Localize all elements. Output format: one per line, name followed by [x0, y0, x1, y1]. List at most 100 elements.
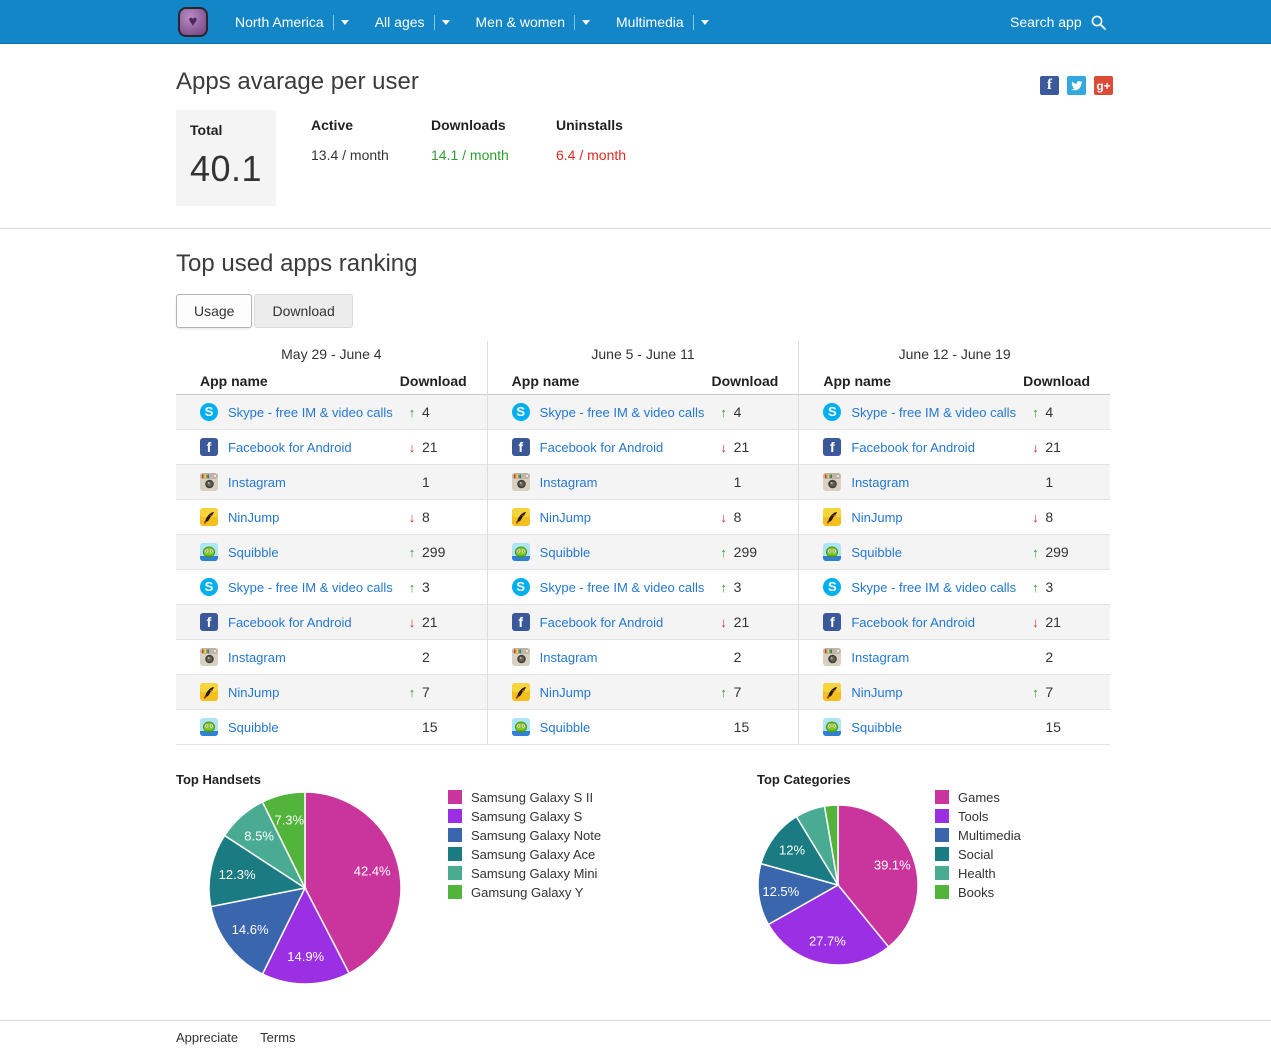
- app-link[interactable]: Facebook for Android: [851, 615, 975, 630]
- legend-label: Health: [958, 866, 996, 881]
- download-value: 7: [422, 684, 430, 700]
- googleplus-icon[interactable]: g+: [1094, 76, 1113, 95]
- instagram-app-icon: [823, 473, 841, 491]
- week-column-may-29-june-4: May 29 - June 4App nameDownloadSSkype - …: [176, 341, 487, 745]
- tab-usage[interactable]: Usage: [176, 294, 252, 328]
- footer-link-terms[interactable]: Terms: [260, 1030, 295, 1045]
- app-link[interactable]: Squibble: [228, 545, 279, 560]
- filter-nav: North America All ages Men & women Multimed…: [235, 0, 735, 44]
- app-link[interactable]: Instagram: [228, 650, 286, 665]
- download-value: 21: [734, 439, 750, 455]
- download-value: 2: [1045, 649, 1053, 665]
- app-link[interactable]: NinJump: [540, 685, 591, 700]
- download-value: 7: [1045, 684, 1053, 700]
- pie-slice-label: 14.6%: [232, 922, 269, 937]
- legend-item-samsung-galaxy-note: Samsung Galaxy Note: [448, 828, 601, 842]
- app-link[interactable]: Skype - free IM & video calls: [851, 405, 1016, 420]
- download-cell: ↑299: [716, 544, 757, 560]
- app-link[interactable]: Facebook for Android: [228, 440, 352, 455]
- trend-down-icon: ↓: [1027, 440, 1043, 455]
- app-link[interactable]: Squibble: [851, 720, 902, 735]
- app-link[interactable]: NinJump: [851, 685, 902, 700]
- app-link[interactable]: Skype - free IM & video calls: [228, 405, 393, 420]
- table-row: NinJump↓8: [176, 500, 487, 535]
- app-link[interactable]: Skype - free IM & video calls: [540, 580, 705, 595]
- section-divider: [0, 228, 1271, 229]
- footer-divider: [0, 1020, 1271, 1021]
- app-link[interactable]: NinJump: [228, 510, 279, 525]
- download-value: 15: [1045, 719, 1061, 735]
- skype-app-icon: S: [200, 403, 218, 421]
- ranking-table: May 29 - June 4App nameDownloadSSkype - …: [176, 341, 1110, 745]
- app-link[interactable]: NinJump: [540, 510, 591, 525]
- facebook-app-icon: f: [512, 613, 530, 631]
- app-link[interactable]: Skype - free IM & video calls: [228, 580, 393, 595]
- squibble-app-icon: [200, 543, 218, 561]
- date-range: May 29 - June 4: [176, 341, 487, 367]
- week-column-june-5-june-11: June 5 - June 11App nameDownloadSSkype -…: [487, 341, 799, 745]
- download-value: 8: [422, 509, 430, 525]
- column-headers: App nameDownload: [799, 367, 1110, 395]
- app-link[interactable]: Instagram: [851, 475, 909, 490]
- metric-uninstalls: Uninstalls6.4 / month: [556, 117, 626, 163]
- handsets-chart-title: Top Handsets: [176, 772, 261, 787]
- pie-slice-label: 27.7%: [809, 934, 846, 949]
- ninjump-app-icon: [200, 508, 218, 526]
- tab-download[interactable]: Download: [254, 294, 352, 328]
- table-row: NinJump↑7: [176, 675, 487, 710]
- table-row: Instagram 1: [488, 465, 799, 500]
- app-link[interactable]: NinJump: [851, 510, 902, 525]
- app-link[interactable]: Facebook for Android: [540, 615, 664, 630]
- facebook-app-icon: f: [823, 613, 841, 631]
- download-value: 1: [734, 474, 742, 490]
- footer-link-appreciate[interactable]: Appreciate: [176, 1030, 238, 1045]
- squibble-app-icon: [823, 543, 841, 561]
- app-link[interactable]: Skype - free IM & video calls: [851, 580, 1016, 595]
- handsets-pie-chart: 42.4%14.9%14.6%12.3%8.5%7.3%: [205, 788, 405, 988]
- legend-label: Tools: [958, 809, 988, 824]
- legend-swatch: [448, 866, 462, 880]
- legend-swatch: [448, 885, 462, 899]
- download-value: 4: [1045, 404, 1053, 420]
- app-link[interactable]: Squibble: [540, 545, 591, 560]
- app-link[interactable]: Facebook for Android: [228, 615, 352, 630]
- download-value: 4: [422, 404, 430, 420]
- app-link[interactable]: Facebook for Android: [540, 440, 664, 455]
- download-cell: ↓21: [1027, 614, 1061, 630]
- download-value: 4: [734, 404, 742, 420]
- nav-filter-multimedia[interactable]: Multimedia: [616, 14, 709, 30]
- nav-filter-men-women[interactable]: Men & women: [476, 14, 590, 30]
- table-row: SSkype - free IM & video calls↑4: [488, 395, 799, 430]
- download-cell: ↑7: [1027, 684, 1053, 700]
- download-value: 2: [422, 649, 430, 665]
- app-link[interactable]: Instagram: [540, 475, 598, 490]
- twitter-icon[interactable]: [1067, 76, 1086, 95]
- app-link[interactable]: Instagram: [228, 475, 286, 490]
- table-row: Instagram2: [488, 640, 799, 675]
- app-link[interactable]: Instagram: [540, 650, 598, 665]
- nav-filter-all-ages[interactable]: All ages: [375, 14, 450, 30]
- download-value: 299: [1045, 544, 1068, 560]
- search-app-button[interactable]: Search app: [1010, 0, 1107, 44]
- nav-filter-label: Multimedia: [616, 14, 684, 30]
- app-link[interactable]: Squibble: [540, 720, 591, 735]
- app-link[interactable]: Squibble: [851, 545, 902, 560]
- chevron-down-icon: [582, 20, 590, 25]
- app-link[interactable]: Squibble: [228, 720, 279, 735]
- app-link[interactable]: Facebook for Android: [851, 440, 975, 455]
- download-cell: 15: [1027, 719, 1061, 735]
- download-value: 21: [422, 614, 438, 630]
- app-logo[interactable]: ♥: [178, 7, 208, 37]
- app-link[interactable]: Skype - free IM & video calls: [540, 405, 705, 420]
- table-row: fFacebook for Android↓21: [488, 430, 799, 465]
- app-link[interactable]: NinJump: [228, 685, 279, 700]
- download-value: 1: [1045, 474, 1053, 490]
- download-cell: ↓21: [404, 439, 438, 455]
- app-link[interactable]: Instagram: [851, 650, 909, 665]
- nav-filter-north-america[interactable]: North America: [235, 14, 349, 30]
- facebook-icon[interactable]: f: [1040, 76, 1059, 95]
- trend-up-icon: ↑: [1027, 545, 1043, 560]
- table-row: fFacebook for Android↓21: [176, 430, 487, 465]
- trend-up-icon: ↑: [404, 545, 420, 560]
- trend-down-icon: ↓: [1027, 510, 1043, 525]
